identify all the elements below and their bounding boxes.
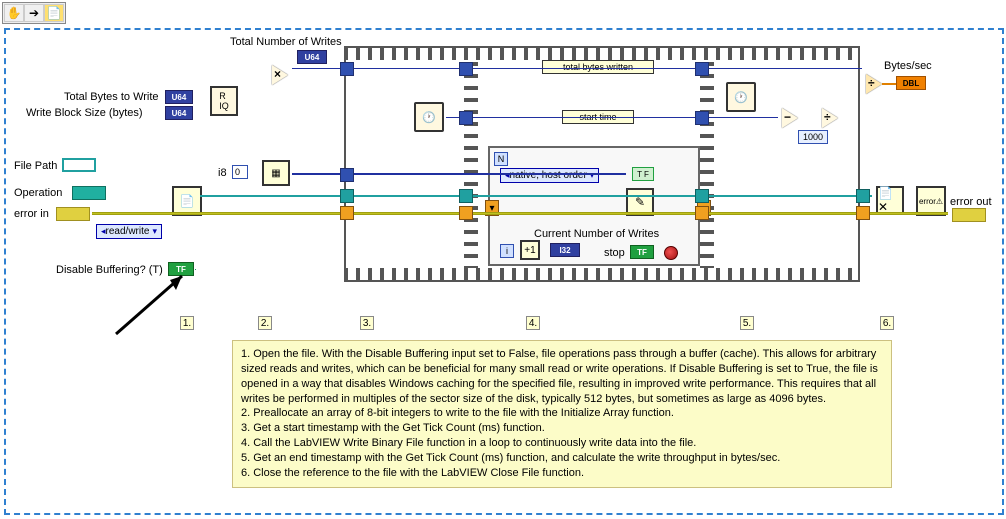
- seq-marker-2: 2.: [258, 316, 272, 330]
- label-file-path: File Path: [14, 160, 57, 172]
- label-block-size: Write Block Size (bytes): [26, 107, 143, 119]
- wire-green-disablebuf: [195, 269, 196, 270]
- tunnel-err-2: [459, 206, 473, 220]
- tunnel-blue-2: [340, 168, 354, 182]
- loop-stop-condition[interactable]: [664, 246, 678, 260]
- wire-blue-totalbytes: [292, 68, 862, 69]
- initialize-array-node[interactable]: ▦: [262, 160, 290, 186]
- ring-read-write-label: read/write: [106, 226, 150, 237]
- subtract-node[interactable]: −: [782, 108, 798, 128]
- tunnel-teal-1: [340, 189, 354, 203]
- quotient-remainder-node[interactable]: RIQ: [210, 86, 238, 116]
- seq-marker-4: 4.: [526, 316, 540, 330]
- ring-byte-order[interactable]: ◂ native, host order ▾: [500, 168, 599, 183]
- loop-count-terminal: N: [494, 152, 508, 166]
- chevron-down-icon: ▾: [152, 226, 157, 237]
- multiply-node[interactable]: ×: [272, 65, 288, 85]
- tunnel-blue-1: [340, 62, 354, 76]
- seq-divider-2: [700, 60, 714, 268]
- note-line-1: 1. Open the file. With the Disable Buffe…: [241, 347, 883, 406]
- wire-blue-starttime: [446, 117, 778, 118]
- label-stop: stop: [604, 247, 625, 259]
- label-error-out: error out: [950, 196, 992, 208]
- iteration-terminal: i: [500, 244, 514, 258]
- divide-node[interactable]: ÷: [866, 74, 882, 94]
- probe-tool-icon[interactable]: 📄: [44, 4, 64, 22]
- divide-node-2[interactable]: ÷: [822, 108, 838, 128]
- terminal-total-writes[interactable]: U64: [297, 50, 327, 64]
- label-error-in: error in: [14, 208, 49, 220]
- i8-constant[interactable]: 0: [232, 165, 248, 179]
- qr-icon: RIQ: [219, 91, 229, 111]
- notes-comment: 1. Open the file. With the Disable Buffe…: [232, 340, 892, 488]
- constant-1000[interactable]: 1000: [798, 130, 828, 144]
- tunnel-err-4: [856, 206, 870, 220]
- note-line-6: 6. Close the reference to the file with …: [241, 466, 883, 481]
- wire-orange-dbl: [882, 83, 896, 85]
- terminal-operation[interactable]: [72, 186, 106, 200]
- tick-count-end-node[interactable]: 🕐: [726, 82, 756, 112]
- tunnel-teal-3: [695, 189, 709, 203]
- tick-count-start-node[interactable]: 🕐: [414, 102, 444, 132]
- note-line-3: 3. Get a start timestamp with the Get Ti…: [241, 421, 883, 436]
- tunnel-teal-4: [856, 189, 870, 203]
- label-i8: i8: [218, 167, 227, 179]
- terminal-error-in[interactable]: [56, 207, 90, 221]
- label-bytes-sec: Bytes/sec: [884, 60, 932, 72]
- label-current-writes: Current Number of Writes: [534, 228, 659, 240]
- tunnel-blue-3: [459, 62, 473, 76]
- seq-divider-1: [464, 60, 478, 268]
- chevron-down-icon-2: ▾: [590, 170, 595, 181]
- ring-byte-order-label: native, host order: [510, 170, 587, 181]
- tunnel-blue-4: [459, 111, 473, 125]
- ring-read-write[interactable]: ◂ read/write ▾: [96, 224, 162, 239]
- terminal-total-bytes[interactable]: U64: [165, 90, 193, 104]
- seq-marker-5: 5.: [740, 316, 754, 330]
- terminal-error-out[interactable]: [952, 208, 986, 222]
- tunnel-blue-5: [695, 62, 709, 76]
- seq-marker-6: 6.: [880, 316, 894, 330]
- toolbar: ✋ ➔ 📄: [2, 2, 66, 24]
- tf-constant[interactable]: T F: [632, 167, 654, 181]
- label-total-bytes: Total Bytes to Write: [64, 91, 159, 103]
- terminal-file-path[interactable]: [62, 158, 96, 172]
- label-total-bytes-written: total bytes written: [542, 60, 654, 74]
- label-operation: Operation: [14, 187, 62, 199]
- terminal-stop[interactable]: TF: [630, 245, 654, 259]
- note-line-2: 2. Preallocate an array of 8-bit integer…: [241, 406, 883, 421]
- tunnel-blue-6: [695, 111, 709, 125]
- note-line-5: 5. Get an end timestamp with the Get Tic…: [241, 451, 883, 466]
- wire-teal-refnum: [200, 195, 872, 197]
- note-line-4: 4. Call the LabVIEW Write Binary File fu…: [241, 436, 883, 451]
- close-file-node[interactable]: 📄✕: [876, 186, 904, 214]
- tunnel-err-3: [695, 206, 709, 220]
- wire-error-cluster: [92, 212, 948, 215]
- seq-marker-3: 3.: [360, 316, 374, 330]
- terminal-current-writes[interactable]: I32: [550, 243, 580, 257]
- arrow-tool-icon[interactable]: ➔: [24, 4, 44, 22]
- tunnel-teal-2: [459, 189, 473, 203]
- terminal-bytes-sec[interactable]: DBL: [896, 76, 926, 90]
- tunnel-err-1: [340, 206, 354, 220]
- label-total-writes: Total Number of Writes: [230, 36, 342, 48]
- terminal-block-size[interactable]: U64: [165, 106, 193, 120]
- annotation-arrow: [104, 270, 194, 340]
- increment-node[interactable]: +1: [520, 240, 540, 260]
- pan-tool-icon[interactable]: ✋: [4, 4, 24, 22]
